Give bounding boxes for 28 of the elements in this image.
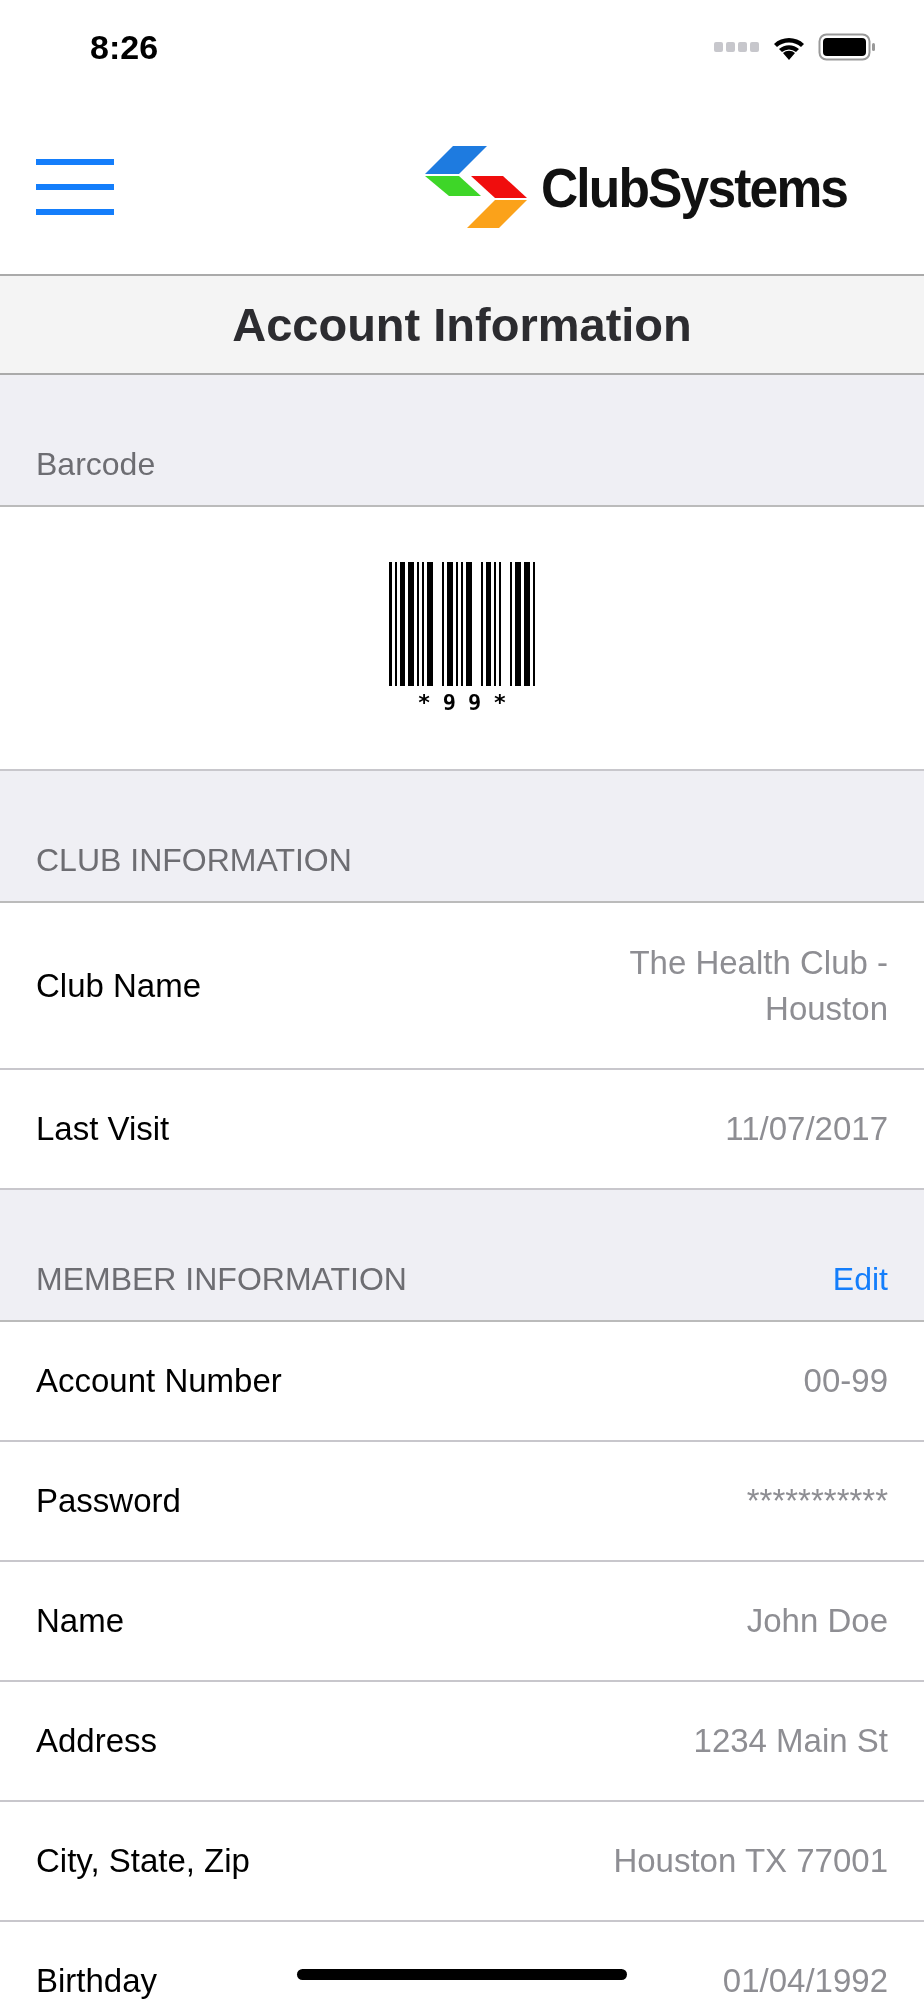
row-value: 01/04/1992 bbox=[722, 1961, 888, 2000]
row-label: Account Number bbox=[36, 1362, 282, 1400]
row-label: Birthday bbox=[36, 1962, 158, 2000]
row-value: Houston TX 77001 bbox=[613, 1841, 888, 1881]
row-value: The Health Club - Houston bbox=[628, 942, 888, 1029]
section-header: Barcode bbox=[36, 446, 156, 483]
row-label: City, State, Zip bbox=[36, 1842, 250, 1880]
row-label: Club Name bbox=[36, 966, 202, 1005]
status-time: 8:26 bbox=[90, 27, 159, 67]
row-label: Name bbox=[36, 1602, 125, 1640]
edit-link[interactable]: Edit bbox=[832, 1261, 888, 1298]
battery-icon bbox=[818, 33, 876, 61]
row-label: Address bbox=[36, 1722, 158, 1760]
row-value: *********** bbox=[746, 1481, 888, 1521]
row-value: 1234 Main St bbox=[693, 1721, 888, 1761]
signal-icon bbox=[714, 42, 760, 52]
row-value: 11/07/2017 bbox=[725, 1109, 888, 1149]
section-header: CLUB INFORMATION bbox=[36, 842, 352, 879]
row-value: 00-99 bbox=[803, 1361, 888, 1401]
row-value: John Doe bbox=[746, 1601, 888, 1641]
section-header: MEMBER INFORMATION bbox=[36, 1261, 407, 1298]
brand-name: ClubSystems bbox=[541, 154, 848, 220]
menu-icon[interactable] bbox=[36, 159, 114, 215]
row-label: Password bbox=[36, 1482, 181, 1520]
row-label: Last Visit bbox=[36, 1110, 170, 1148]
barcode-number: *99* bbox=[417, 689, 519, 715]
logo-icon bbox=[425, 146, 528, 228]
page-title: Account Information bbox=[232, 297, 692, 352]
